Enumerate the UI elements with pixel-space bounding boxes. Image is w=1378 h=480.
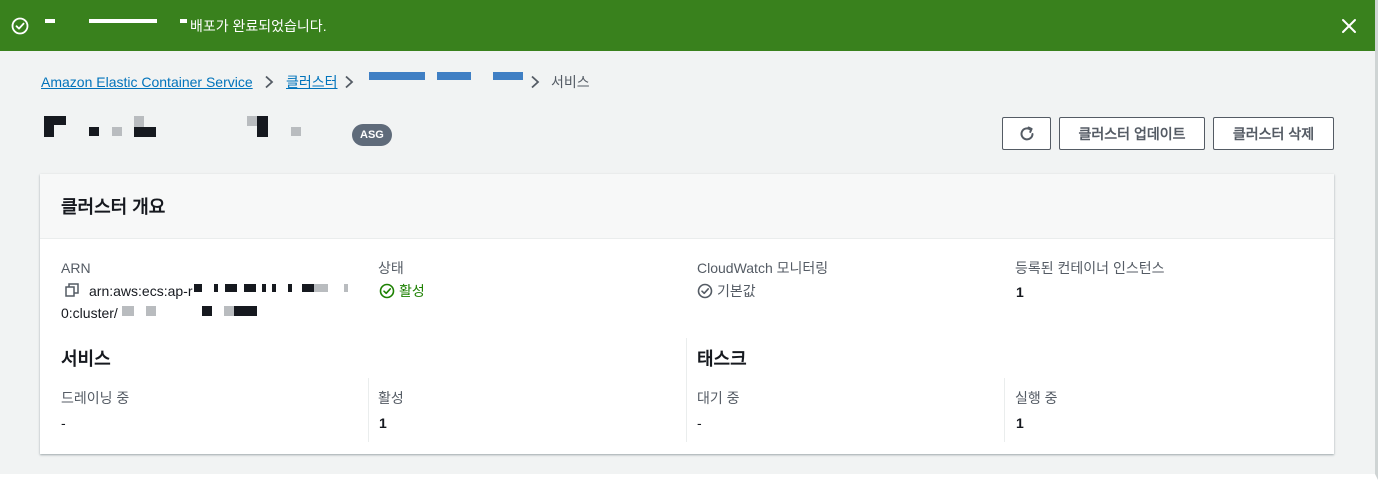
arn-value-line1: arn:aws:ecs:ap-r	[89, 283, 193, 299]
draining-value: -	[61, 415, 66, 431]
status-value: 활성	[399, 283, 425, 299]
copy-icon[interactable]	[65, 283, 79, 297]
services-active-value: 1	[379, 415, 387, 431]
check-circle-icon	[379, 283, 395, 299]
chevron-right-icon	[345, 75, 354, 89]
check-circle-icon	[11, 17, 29, 35]
chevron-right-icon	[531, 75, 540, 89]
pending-value: -	[697, 415, 702, 431]
refresh-button[interactable]	[1002, 117, 1051, 150]
refresh-icon	[1020, 126, 1033, 140]
cloudwatch-label: CloudWatch 모니터링	[697, 260, 829, 276]
redacted-text	[180, 19, 187, 23]
arn-label: ARN	[61, 260, 91, 276]
cluster-overview-panel: 클러스터 개요 ARN arn:aws:ecs:ap-r 0:cluster/ …	[40, 174, 1334, 454]
instances-value: 1	[1016, 284, 1024, 300]
divider	[686, 338, 687, 442]
breadcrumb-ecs-link[interactable]: Amazon Elastic Container Service	[41, 72, 253, 92]
redacted-cluster-link[interactable]	[369, 72, 425, 80]
pending-label: 대기 중	[697, 390, 740, 406]
breadcrumb-current: 서비스	[551, 74, 590, 90]
redacted-text	[45, 19, 55, 23]
running-value: 1	[1016, 415, 1024, 431]
flash-banner: 배포가 완료되었습니다.	[0, 0, 1375, 51]
services-heading: 서비스	[61, 349, 111, 369]
status-label: 상태	[378, 260, 404, 276]
flash-message: 배포가 완료되었습니다.	[190, 18, 327, 34]
update-cluster-button[interactable]: 클러스터 업데이트	[1059, 117, 1205, 150]
breadcrumb-clusters-link[interactable]: 클러스터	[286, 72, 338, 92]
redacted-cluster-link[interactable]	[437, 72, 471, 80]
panel-title: 클러스터 개요	[61, 197, 166, 217]
divider	[1004, 378, 1005, 442]
tasks-heading: 태스크	[697, 349, 747, 369]
cloudwatch-value: 기본값	[717, 283, 756, 299]
running-label: 실행 중	[1015, 390, 1058, 406]
arn-value-line2: 0:cluster/	[61, 305, 118, 321]
check-circle-icon	[697, 283, 713, 299]
instances-label: 등록된 컨테이너 인스턴스	[1015, 260, 1165, 276]
redacted-text	[89, 19, 157, 23]
chevron-right-icon	[265, 75, 274, 89]
panel-header: 클러스터 개요	[40, 174, 1334, 239]
draining-label: 드레이닝 중	[61, 390, 130, 406]
services-active-label: 활성	[378, 390, 404, 406]
redacted-cluster-link[interactable]	[493, 72, 523, 80]
divider	[368, 378, 369, 442]
close-icon[interactable]	[1340, 17, 1358, 35]
asg-badge: ASG	[352, 124, 392, 146]
delete-cluster-button[interactable]: 클러스터 삭제	[1213, 117, 1334, 150]
